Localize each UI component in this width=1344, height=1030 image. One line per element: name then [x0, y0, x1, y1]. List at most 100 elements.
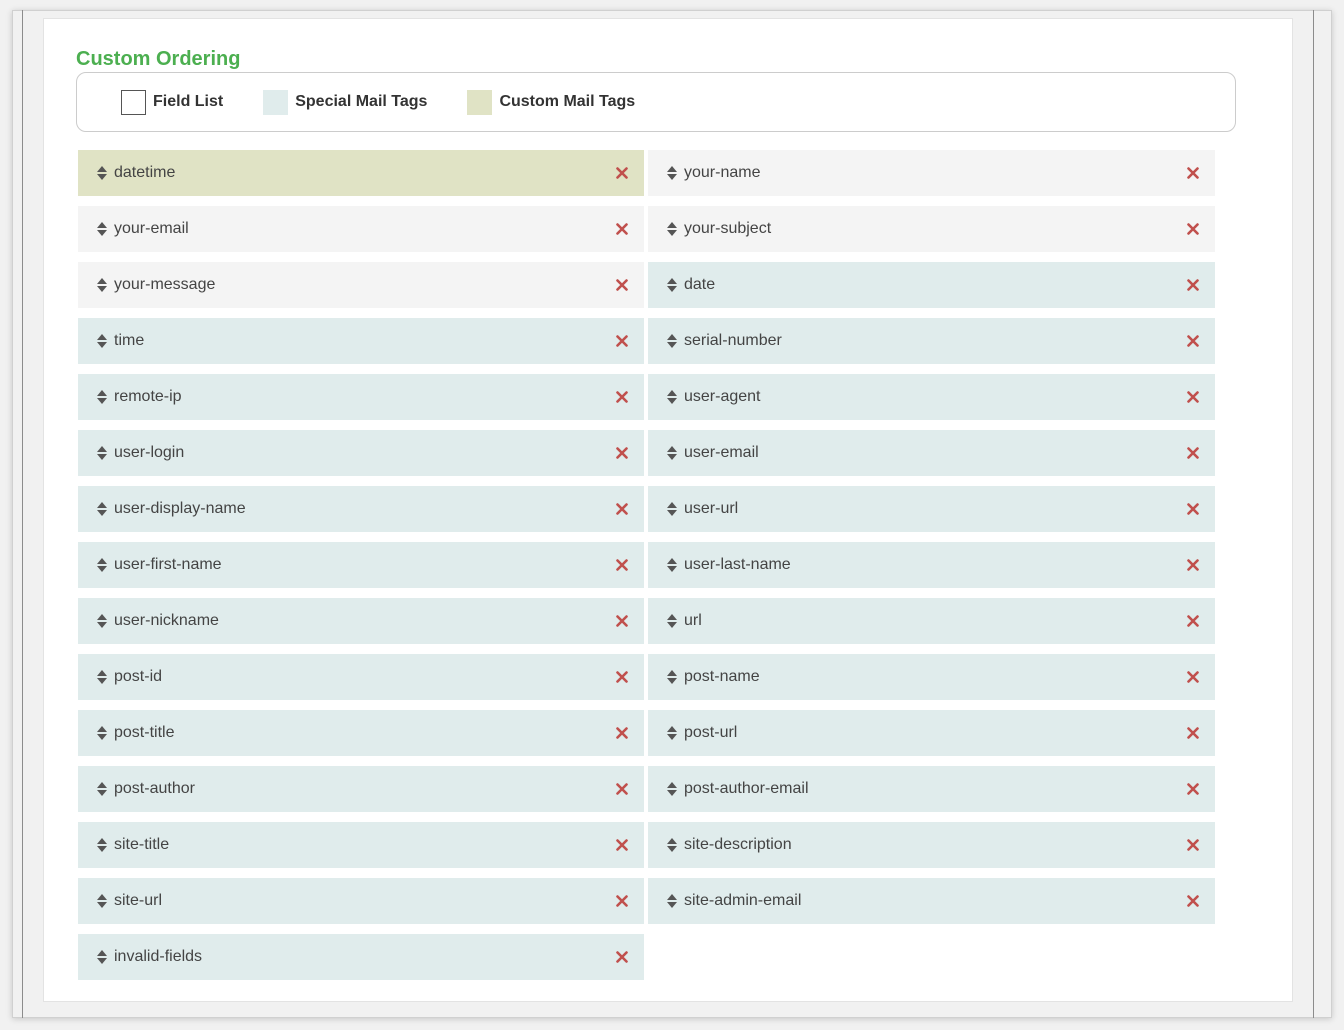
sortable-tag-item[interactable]: date: [648, 262, 1215, 308]
sort-icon[interactable]: [667, 278, 677, 292]
remove-x-icon[interactable]: [616, 167, 628, 179]
sortable-tag-item[interactable]: datetime: [78, 150, 644, 196]
remove-x-icon[interactable]: [616, 783, 628, 795]
remove-x-icon[interactable]: [616, 335, 628, 347]
sortable-tag-item[interactable]: post-author-email: [648, 766, 1215, 812]
sort-icon[interactable]: [97, 894, 107, 908]
sortable-tag-item[interactable]: site-url: [78, 878, 644, 924]
remove-x-icon[interactable]: [1187, 671, 1199, 683]
sort-icon[interactable]: [97, 278, 107, 292]
remove-x-icon[interactable]: [1187, 615, 1199, 627]
sortable-tag-item[interactable]: post-id: [78, 654, 644, 700]
sort-icon[interactable]: [97, 446, 107, 460]
tag-label: invalid-fields: [114, 948, 203, 965]
sort-icon[interactable]: [667, 782, 677, 796]
sortable-tag-item[interactable]: user-email: [648, 430, 1215, 476]
remove-x-icon[interactable]: [616, 671, 628, 683]
tag-label: post-author: [114, 780, 195, 797]
remove-x-icon[interactable]: [616, 503, 628, 515]
remove-x-icon[interactable]: [616, 951, 628, 963]
remove-x-icon[interactable]: [1187, 223, 1199, 235]
sort-icon[interactable]: [667, 334, 677, 348]
tag-label: site-title: [114, 836, 170, 853]
sortable-tag-item[interactable]: post-title: [78, 710, 644, 756]
sortable-tag-item[interactable]: remote-ip: [78, 374, 644, 420]
sort-icon[interactable]: [667, 614, 677, 628]
sort-icon[interactable]: [97, 558, 107, 572]
sortable-tag-item[interactable]: user-last-name: [648, 542, 1215, 588]
remove-x-icon[interactable]: [1187, 727, 1199, 739]
tag-label: url: [684, 612, 702, 629]
remove-x-icon[interactable]: [616, 559, 628, 571]
sort-icon[interactable]: [667, 446, 677, 460]
sort-icon[interactable]: [97, 614, 107, 628]
tag-label: your-message: [114, 276, 216, 293]
remove-x-icon[interactable]: [1187, 279, 1199, 291]
sortable-tag-item[interactable]: site-admin-email: [648, 878, 1215, 924]
remove-x-icon[interactable]: [1187, 391, 1199, 403]
remove-x-icon[interactable]: [616, 279, 628, 291]
tag-label: user-first-name: [114, 556, 222, 573]
sort-icon[interactable]: [97, 334, 107, 348]
remove-x-icon[interactable]: [616, 615, 628, 627]
sort-icon[interactable]: [667, 838, 677, 852]
sortable-tag-item[interactable]: your-message: [78, 262, 644, 308]
remove-x-icon[interactable]: [1187, 839, 1199, 851]
sort-icon[interactable]: [667, 166, 677, 180]
sort-icon[interactable]: [97, 838, 107, 852]
sortable-tag-item[interactable]: your-name: [648, 150, 1215, 196]
sort-icon[interactable]: [97, 166, 107, 180]
remove-x-icon[interactable]: [616, 727, 628, 739]
sortable-tag-item[interactable]: url: [648, 598, 1215, 644]
remove-x-icon[interactable]: [1187, 335, 1199, 347]
sort-icon[interactable]: [667, 222, 677, 236]
sortable-tag-item[interactable]: user-url: [648, 486, 1215, 532]
sortable-tag-item[interactable]: time: [78, 318, 644, 364]
sort-icon[interactable]: [97, 502, 107, 516]
sortable-tag-item[interactable]: user-login: [78, 430, 644, 476]
sort-icon[interactable]: [667, 726, 677, 740]
remove-x-icon[interactable]: [616, 839, 628, 851]
sortable-tag-item[interactable]: post-author: [78, 766, 644, 812]
sortable-tag-item[interactable]: serial-number: [648, 318, 1215, 364]
remove-x-icon[interactable]: [616, 447, 628, 459]
remove-x-icon[interactable]: [1187, 895, 1199, 907]
sortable-tag-item[interactable]: post-url: [648, 710, 1215, 756]
legend-item-special-mail-tags: Special Mail Tags: [263, 89, 428, 115]
sortable-tag-item[interactable]: your-subject: [648, 206, 1215, 252]
remove-x-icon[interactable]: [616, 895, 628, 907]
sort-icon[interactable]: [97, 670, 107, 684]
sortable-tag-item[interactable]: site-description: [648, 822, 1215, 868]
sortable-tag-item[interactable]: user-nickname: [78, 598, 644, 644]
remove-x-icon[interactable]: [1187, 447, 1199, 459]
tag-label: datetime: [114, 164, 176, 181]
sort-icon[interactable]: [97, 782, 107, 796]
sortable-tag-item[interactable]: user-first-name: [78, 542, 644, 588]
sort-icon[interactable]: [97, 390, 107, 404]
sortable-tag-item[interactable]: user-display-name: [78, 486, 644, 532]
tag-label: user-nickname: [114, 612, 219, 629]
sort-icon[interactable]: [667, 558, 677, 572]
sortable-tag-item[interactable]: site-title: [78, 822, 644, 868]
legend-label: Field List: [153, 93, 224, 110]
sort-icon[interactable]: [97, 222, 107, 236]
remove-x-icon[interactable]: [1187, 559, 1199, 571]
remove-x-icon[interactable]: [1187, 167, 1199, 179]
sort-icon[interactable]: [667, 390, 677, 404]
sort-icon[interactable]: [667, 670, 677, 684]
sort-icon[interactable]: [667, 502, 677, 516]
sort-icon[interactable]: [97, 950, 107, 964]
remove-x-icon[interactable]: [1187, 783, 1199, 795]
sort-icon[interactable]: [97, 726, 107, 740]
remove-x-icon[interactable]: [1187, 503, 1199, 515]
sortable-tag-item[interactable]: user-agent: [648, 374, 1215, 420]
sort-icon[interactable]: [667, 894, 677, 908]
remove-x-icon[interactable]: [616, 223, 628, 235]
tag-label: post-url: [684, 724, 738, 741]
legend-label: Special Mail Tags: [295, 93, 428, 110]
sortable-tag-item[interactable]: invalid-fields: [78, 934, 644, 980]
sortable-tag-item[interactable]: post-name: [648, 654, 1215, 700]
tag-label: remote-ip: [114, 388, 182, 405]
sortable-tag-item[interactable]: your-email: [78, 206, 644, 252]
remove-x-icon[interactable]: [616, 391, 628, 403]
